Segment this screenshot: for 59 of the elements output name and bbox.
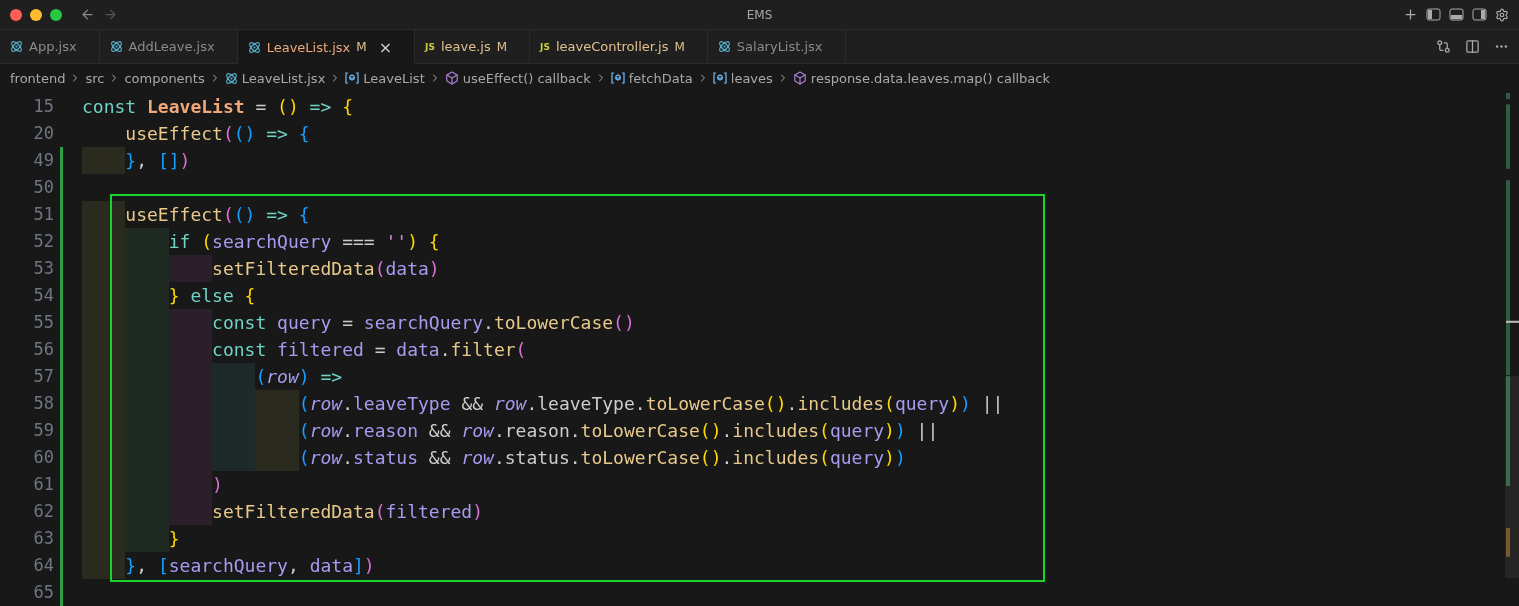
line-number: 64	[33, 554, 54, 577]
modified-status: M	[674, 39, 685, 54]
modified-status: M	[356, 40, 367, 54]
line-number: 59	[33, 419, 54, 442]
code-line: useEffect(() => {	[82, 201, 310, 228]
code-line: )	[82, 471, 223, 498]
js-file-icon: JS	[425, 41, 435, 52]
line-number: 65	[33, 581, 54, 604]
line-number: 51	[33, 203, 54, 226]
code-line: }, [])	[82, 147, 191, 174]
tab-label: leaveController.js	[555, 39, 669, 54]
breadcrumb-item[interactable]: LeaveList	[363, 70, 425, 86]
line-number: 54	[33, 284, 54, 307]
line-number: 52	[33, 230, 54, 253]
line-number: 62	[33, 500, 54, 523]
breadcrumb-item[interactable]: LeaveList.jsx	[241, 70, 326, 86]
line-number: 61	[33, 473, 54, 496]
line-number: 50	[33, 176, 54, 199]
code-line: (row.status && row.status.toLowerCase().includes(query))	[82, 444, 906, 471]
code-line: }	[82, 525, 180, 552]
window-title: EMS	[746, 7, 773, 22]
tab-label: AddLeave.jsx	[128, 39, 215, 54]
line-number: 63	[33, 527, 54, 550]
line-number: 57	[33, 365, 54, 388]
code-line: (row.leaveType && row.leaveType.toLowerCase().includes(query)) ||	[82, 390, 1004, 417]
line-number: 60	[33, 446, 54, 469]
code-line: } else {	[82, 282, 256, 309]
breadcrumb-item[interactable]: src	[85, 70, 105, 86]
breadcrumb-item[interactable]: fetchData	[628, 70, 693, 86]
close-tab-button[interactable]: ×	[378, 37, 393, 57]
code-line: if (searchQuery === '') {	[82, 228, 440, 255]
code-line: setFilteredData(data)	[82, 255, 440, 282]
breadcrumb-item[interactable]: components	[124, 70, 205, 86]
code-line: const filtered = data.filter(	[82, 336, 527, 363]
line-number: 58	[33, 392, 54, 415]
breadcrumb-item[interactable]: leaves	[730, 70, 773, 86]
line-number: 15	[33, 95, 54, 118]
tab-label: App.jsx	[29, 39, 77, 54]
code-line: const LeaveList = () => {	[82, 95, 353, 119]
editor-tab[interactable]: LeaveList.jsx M ×	[237, 30, 416, 64]
line-number: 55	[33, 311, 54, 334]
code-line: }, [searchQuery, data])	[82, 552, 375, 579]
breadcrumb-item[interactable]: response.data.leaves.map() callback	[810, 70, 1050, 86]
breadcrumb-item[interactable]: useEffect() callback	[462, 70, 591, 86]
line-number: 56	[33, 338, 54, 361]
line-number: 49	[33, 149, 54, 172]
code-line: (row.reason && row.reason.toLowerCase().includes(query)) ||	[82, 417, 939, 444]
line-number: 20	[33, 122, 54, 145]
code-line: setFilteredData(filtered)	[82, 498, 484, 525]
tab-label: SalaryList.jsx	[736, 39, 823, 54]
modified-status: M	[496, 39, 508, 54]
tab-label: leave.js	[440, 39, 491, 54]
code-line: (row) =>	[82, 363, 343, 390]
tab-label: LeaveList.jsx	[266, 39, 351, 55]
breadcrumb-item[interactable]: frontend	[10, 70, 66, 86]
code-line: useEffect(() => {	[124, 122, 310, 146]
js-file-icon: JS	[540, 41, 550, 52]
code-line: const query = searchQuery.toLowerCase()	[82, 309, 635, 336]
line-number: 53	[33, 257, 54, 280]
